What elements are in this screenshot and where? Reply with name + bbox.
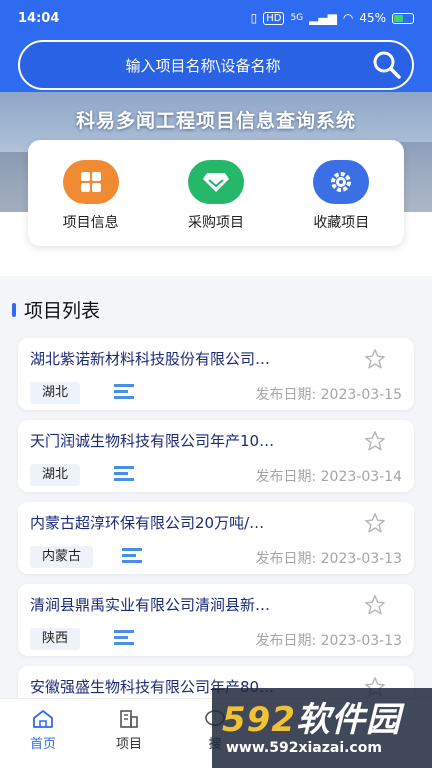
hd-icon: HD — [263, 11, 285, 25]
region-tag: 湖北 — [30, 464, 81, 486]
region-tag: 内蒙古 — [30, 546, 94, 568]
wifi-icon: ◠ — [342, 11, 354, 25]
banner-title: 科易多闻工程项目信息查询系统 — [75, 110, 356, 132]
publish-date: 发布日期: 2023-03-14 — [255, 469, 402, 485]
nav-projects[interactable]: 项目 — [86, 699, 172, 768]
quick-actions: 项目信息 采购项目 收藏项目 — [28, 140, 404, 246]
publish-date: 发布日期: 2023-03-13 — [255, 551, 402, 567]
quick-procurement[interactable]: 采购项目 — [153, 140, 278, 246]
watermark: 592软件园 www.592xiazai.com — [212, 688, 432, 768]
quick-label: 收藏项目 — [313, 215, 370, 231]
search-bar[interactable]: 输入项目名称\设备名称 — [18, 40, 414, 90]
star-icon[interactable] — [364, 512, 386, 538]
project-title[interactable]: 清涧县鼎禹实业有限公司清涧县新… — [30, 594, 350, 615]
status-bar: 14:04 ▯ HD 5G ▂▄▆ ◠ 45% — [0, 0, 432, 36]
region-tag: 湖北 — [30, 382, 81, 404]
grid-icon — [62, 160, 119, 204]
document-icon — [122, 548, 142, 568]
project-title[interactable]: 天门润诚生物科技有限公司年产10… — [30, 430, 350, 451]
project-card[interactable]: 清涧县鼎禹实业有限公司清涧县新… 陕西 发布日期: 2023-03-13 — [18, 584, 414, 656]
signal-icon: ▂▄▆ — [309, 11, 337, 25]
document-icon — [114, 630, 134, 650]
star-icon[interactable] — [364, 348, 386, 374]
header: 输入项目名称\设备名称 — [0, 36, 432, 98]
battery-percent: 45% — [359, 11, 386, 25]
project-card[interactable]: 天门润诚生物科技有限公司年产10… 湖北 发布日期: 2023-03-14 — [18, 420, 414, 492]
project-title[interactable]: 湖北紫诺新材料科技股份有限公司… — [30, 348, 350, 369]
search-input[interactable]: 输入项目名称\设备名称 — [20, 55, 362, 76]
region-tag: 陕西 — [30, 628, 81, 650]
publish-date: 发布日期: 2023-03-13 — [255, 633, 402, 649]
quick-label: 采购项目 — [187, 215, 244, 231]
network-label: 5G — [290, 13, 304, 23]
watermark-logo: 592软件园 — [222, 692, 401, 741]
watermark-text: 软件园 — [295, 700, 401, 740]
nav-home[interactable]: 首页 — [0, 699, 86, 768]
search-icon[interactable] — [362, 42, 412, 88]
gear-icon — [313, 160, 370, 204]
vibrate-icon: ▯ — [250, 11, 258, 25]
project-title[interactable]: 内蒙古超淳环保有限公司20万吨/… — [30, 512, 350, 533]
nav-label: 首页 — [29, 737, 56, 752]
status-icons: ▯ HD 5G ▂▄▆ ◠ 45% — [251, 11, 414, 25]
quick-project-info[interactable]: 项目信息 — [28, 140, 153, 246]
quick-favorites[interactable]: 收藏项目 — [279, 140, 404, 246]
home-icon — [33, 710, 53, 728]
project-card[interactable]: 内蒙古超淳环保有限公司20万吨/… 内蒙古 发布日期: 2023-03-13 — [18, 502, 414, 574]
watermark-number: 592 — [222, 700, 296, 740]
battery-icon — [392, 12, 414, 24]
nav-label: 项目 — [115, 737, 142, 752]
document-icon — [114, 466, 134, 486]
section-title: 项目列表 — [24, 300, 101, 322]
publish-date: 发布日期: 2023-03-15 — [255, 387, 402, 403]
star-icon[interactable] — [364, 594, 386, 620]
watermark-url: www.592xiazai.com — [226, 740, 382, 756]
document-icon — [114, 384, 134, 404]
section-accent — [12, 302, 16, 317]
star-icon[interactable] — [364, 430, 386, 456]
project-card[interactable]: 湖北紫诺新材料科技股份有限公司… 湖北 发布日期: 2023-03-15 — [18, 338, 414, 410]
section-heading: 项目列表 — [12, 296, 100, 323]
quick-label: 项目信息 — [62, 215, 119, 231]
diamond-icon — [187, 160, 244, 204]
building-icon — [120, 710, 138, 728]
status-time: 14:04 — [18, 10, 60, 26]
